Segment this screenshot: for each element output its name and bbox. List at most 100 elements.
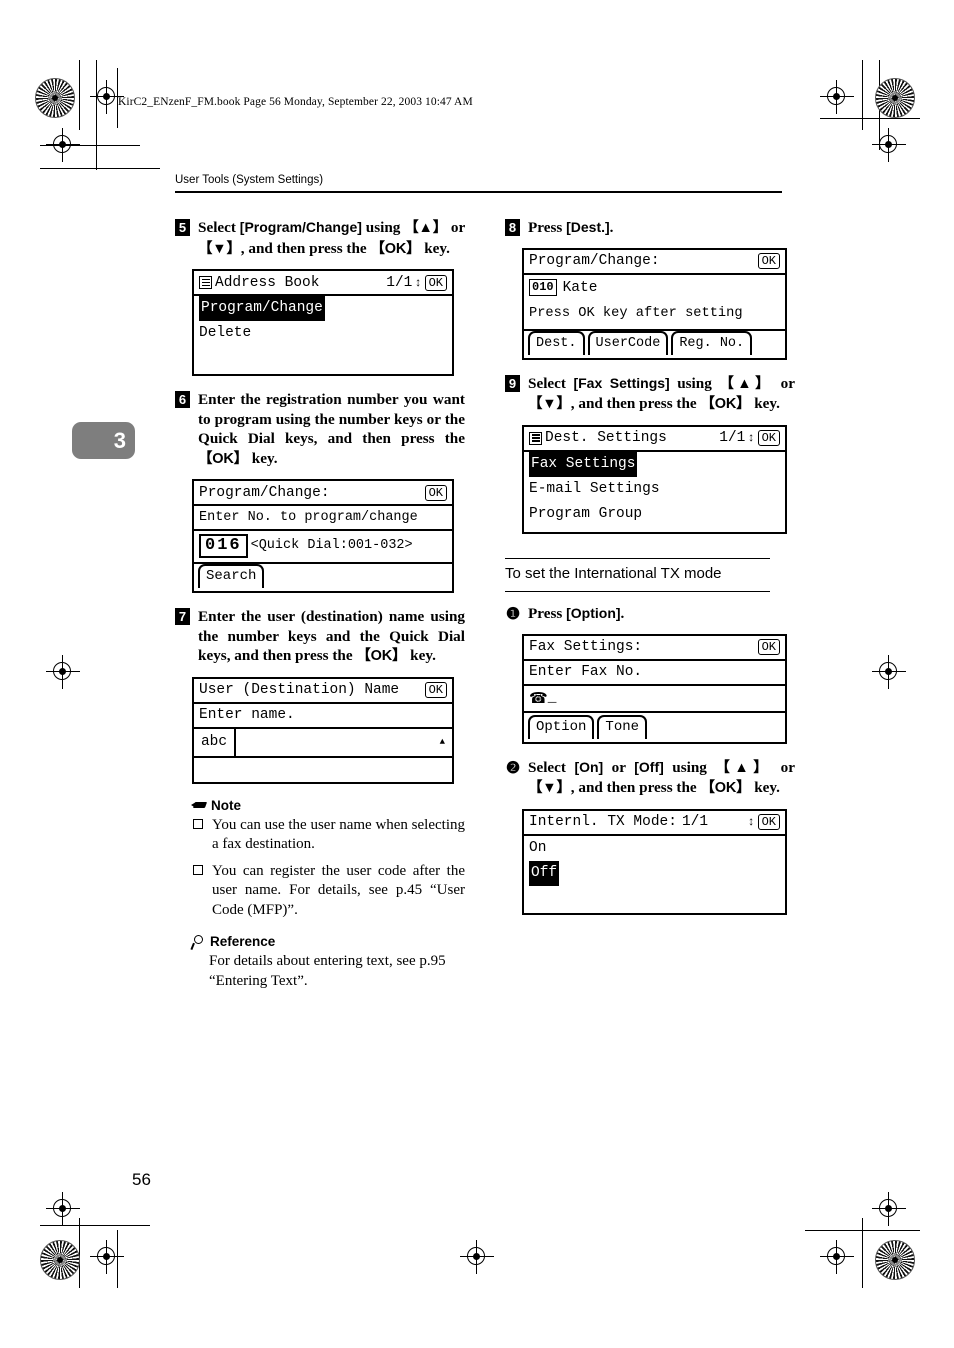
lcd-prompt-text: Enter Fax No. (529, 664, 643, 681)
lcd-title-text: Address Book (215, 274, 320, 291)
t: key. (406, 647, 436, 664)
list-item[interactable]: Delete (194, 321, 452, 346)
lcd-fax-number-row[interactable]: ☎ _ (524, 686, 785, 713)
note-item-text: You can use the user name when selecting… (212, 816, 465, 853)
up-down-arrow-icon: ↕ (747, 815, 754, 830)
step-6-text: Enter the registration number you want t… (175, 390, 465, 469)
list-item-label: Program Group (529, 505, 643, 522)
lcd-program-change-dest: Program/Change: OK 010 Kate Press OK key… (522, 247, 787, 360)
lcd-prompt-text: Enter name. (199, 707, 295, 723)
t: using (669, 374, 720, 392)
list-item-label: Fax Settings (529, 451, 638, 477)
crop-mark (79, 60, 80, 130)
crop-mark (805, 1230, 920, 1231)
up-down-arrow-icon: ↕ (747, 431, 754, 445)
t: . (609, 219, 614, 236)
reference-heading: Reference (190, 934, 465, 950)
step-number-badge: 7 (175, 608, 190, 625)
up-key-glyph: 【▲】 (404, 220, 448, 236)
list-item[interactable]: Program/Change (194, 296, 452, 321)
reg-no-tab-button[interactable]: Reg. No. (671, 330, 753, 355)
lcd-title-text: Fax Settings: (529, 639, 643, 656)
lcd-page-indicator: 1/1 (719, 430, 746, 446)
registration-star-mark (40, 1240, 80, 1280)
magnifier-icon (190, 934, 206, 950)
lcd-text-entry-row: abc ▲ (194, 728, 452, 758)
lcd-tab-row: Option Tone (524, 713, 785, 742)
up-key-glyph: 【▲】 (719, 375, 774, 392)
chapter-number-tab: 3 (72, 422, 135, 459)
note-list: You can use the user name when selecting… (192, 816, 465, 921)
t: Select (198, 219, 240, 236)
registration-cross-mark (872, 655, 906, 689)
left-column: 5 Select [Program/Change] using 【▲】 or 【… (175, 218, 465, 991)
list-item[interactable]: Program Group (524, 502, 785, 527)
lcd-prompt-text: Press OK key after setting (529, 306, 743, 321)
square-bullet-icon (193, 818, 203, 829)
list-item-label: E-mail Settings (529, 480, 660, 497)
tone-tab-button[interactable]: Tone (597, 714, 648, 739)
ok-badge: OK (424, 274, 447, 291)
lcd-tab-row: Search (194, 562, 452, 591)
lcd-user-destination-name: User (Destination) Name OK Enter name. a… (192, 676, 454, 784)
t: key. (750, 395, 780, 412)
lcd-title-bar: Address Book 1/1 ↕ OK (194, 271, 452, 296)
option-tab-button[interactable]: Option (528, 714, 595, 739)
registration-number-badge: 010 (529, 279, 557, 296)
subsection-title: To set the International TX mode (505, 565, 722, 583)
lcd-title-text: Dest. Settings (545, 430, 667, 446)
list-item[interactable]: Fax Settings (524, 451, 785, 477)
t: or (603, 758, 635, 776)
name-input-field[interactable]: ▲ (236, 729, 452, 756)
menu-list-icon (199, 276, 212, 289)
running-head-rule (175, 191, 782, 193)
registration-number-value: 016 (199, 533, 248, 558)
registration-cross-mark (820, 1240, 854, 1274)
dest-tab-button[interactable]: Dest. (528, 330, 585, 355)
usercode-tab-button[interactable]: UserCode (587, 330, 669, 355)
crop-mark (820, 118, 920, 119)
t: key. (420, 239, 450, 257)
substep-2-text: Select [On] or [Off] using 【▲】 or 【▼】, a… (505, 758, 795, 799)
down-key-glyph: 【▼】 (528, 780, 571, 797)
fax-number-input[interactable]: _ (548, 690, 557, 706)
lcd-title-bar: Dest. Settings 1/1 ↕ OK (524, 427, 785, 452)
ok-badge: OK (757, 814, 780, 831)
menu-list-icon (529, 431, 542, 445)
list-item[interactable]: On (524, 836, 785, 861)
ok-badge: OK (424, 484, 447, 501)
t: or (772, 758, 796, 776)
t: using (361, 219, 405, 236)
t: or (773, 374, 795, 392)
registration-cross-mark (46, 128, 80, 162)
registration-cross-mark (872, 1192, 906, 1226)
t: key. (247, 449, 278, 467)
t: Enter the registration number you want t… (198, 391, 465, 447)
right-column: 8 Press [Dest.]. Program/Change: OK 010 … (505, 218, 795, 929)
t: [Option] (566, 605, 621, 622)
registration-cross-mark (820, 80, 854, 114)
list-item[interactable]: Off (524, 860, 785, 886)
t: Press (528, 605, 567, 623)
substep-1: ❶ Press [Option]. Fax Settings: OK Enter… (505, 604, 795, 744)
crop-mark (862, 1218, 863, 1288)
step-5-text: Select [Program/Change] using 【▲】 or 【▼】… (175, 218, 465, 259)
lcd-title-text: Program/Change: (529, 253, 660, 269)
registration-cross-mark (872, 128, 906, 162)
quick-dial-range-hint: <Quick Dial:001-032> (250, 538, 413, 553)
list-item-label: Delete (199, 325, 252, 341)
input-mode-indicator[interactable]: abc (194, 728, 236, 756)
list-item: You can register the user code after the… (192, 862, 465, 921)
list-item-label: On (529, 839, 547, 856)
t: Select (528, 374, 574, 392)
step-9: 9 Select [Fax Settings] using 【▲】 or 【▼】… (505, 374, 795, 534)
step-7: 7 Enter the user (destination) name usin… (175, 607, 465, 784)
list-item: You can use the user name when selecting… (192, 816, 465, 855)
lcd-dest-settings: Dest. Settings 1/1 ↕ OK Fax Settings E-m… (522, 424, 787, 534)
lcd-value-row: 016 <Quick Dial:001-032> (194, 531, 452, 560)
down-key-glyph: 【▼】 (198, 240, 241, 257)
search-tab-button[interactable]: Search (198, 564, 265, 588)
registration-cross-mark (90, 1240, 124, 1274)
ok-key-glyph: 【OK】 (198, 450, 248, 467)
list-item[interactable]: E-mail Settings (524, 477, 785, 502)
